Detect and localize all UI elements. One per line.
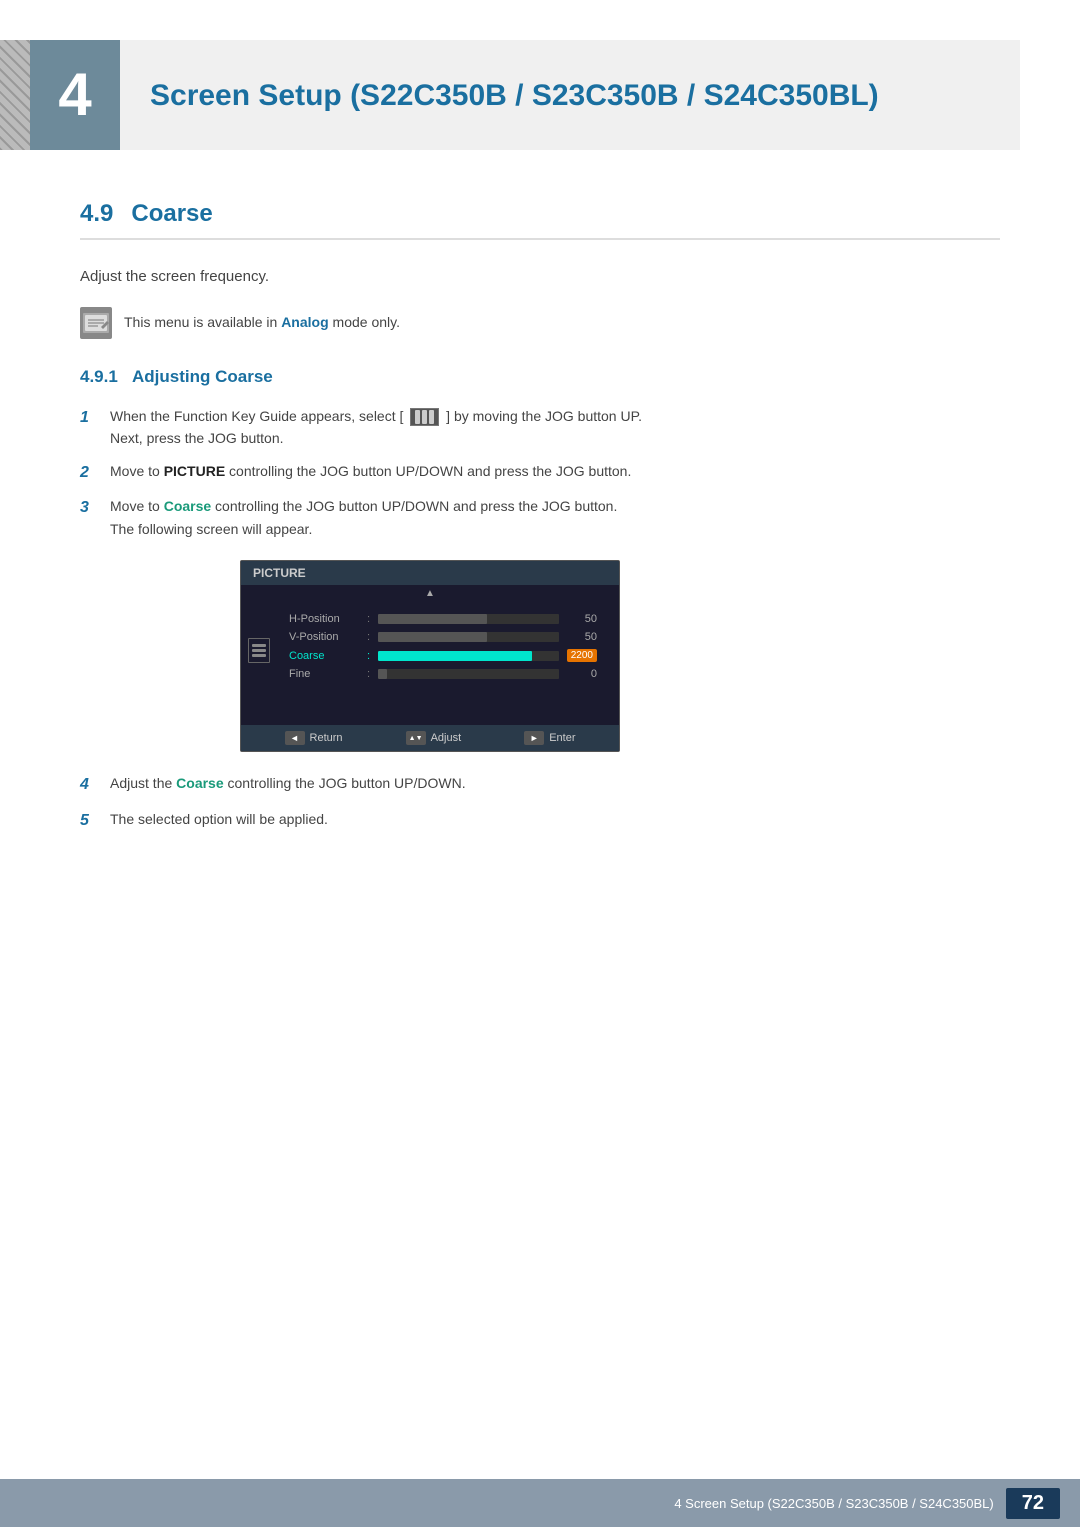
step-4: 4 Adjust the Coarse controlling the JOG …: [80, 772, 1000, 798]
subsection-heading: 4.9.1 Adjusting Coarse: [80, 367, 1000, 387]
step-5: 5 The selected option will be applied.: [80, 808, 1000, 834]
monitor-footer: ◄ Return ▲▼ Adjust ► Enter: [241, 725, 619, 751]
note-box: This menu is available in Analog mode on…: [80, 307, 1000, 339]
chapter-number: 4: [58, 65, 91, 125]
monitor-jog-symbol: [248, 638, 270, 663]
steps-list-2: 4 Adjust the Coarse controlling the JOG …: [80, 772, 1000, 833]
monitor-arrow-up: ▲: [241, 585, 619, 602]
step-3: 3 Move to Coarse controlling the JOG but…: [80, 495, 1000, 540]
note-text: This menu is available in Analog mode on…: [124, 307, 400, 333]
footer-page-number: 72: [1006, 1488, 1060, 1519]
monitor-row-h-position: H-Position : 50: [277, 610, 609, 628]
intro-text: Adjust the screen frequency.: [80, 265, 1000, 289]
monitor-title-bar: PICTURE: [241, 561, 619, 585]
monitor-row-v-position: V-Position : 50: [277, 628, 609, 646]
footer-adjust-btn: ▲▼ Adjust: [406, 731, 462, 745]
picture-bold: PICTURE: [164, 463, 225, 479]
subsection-title: Adjusting Coarse: [132, 367, 273, 386]
footer-return-btn: ◄ Return: [285, 731, 343, 745]
monitor-title-text: PICTURE: [253, 566, 306, 580]
coarse-bold-3: Coarse: [164, 498, 211, 514]
monitor-body: H-Position : 50 V-Position :: [241, 602, 619, 715]
monitor-row-fine: Fine : 0: [277, 665, 609, 683]
step-2: 2 Move to PICTURE controlling the JOG bu…: [80, 460, 1000, 486]
chapter-title: Screen Setup (S22C350B / S23C350B / S24C…: [150, 76, 879, 115]
page-footer: 4 Screen Setup (S22C350B / S23C350B / S2…: [0, 1479, 1080, 1527]
monitor-rows: H-Position : 50 V-Position :: [277, 608, 609, 685]
footer-text: 4 Screen Setup (S22C350B / S23C350B / S2…: [674, 1496, 993, 1511]
step-1: 1 When the Function Key Guide appears, s…: [80, 405, 1000, 450]
jog-icon: [410, 408, 439, 426]
note-icon: [80, 307, 112, 339]
subsection-number: 4.9.1: [80, 367, 118, 386]
monitor-row-coarse: Coarse : 2200: [277, 646, 609, 665]
section-heading: 4.9 Coarse: [80, 200, 1000, 240]
steps-list: 1 When the Function Key Guide appears, s…: [80, 405, 1000, 540]
main-content: 4.9 Coarse Adjust the screen frequency. …: [0, 180, 1080, 923]
coarse-bold-4: Coarse: [176, 775, 223, 791]
section-number: 4.9: [80, 200, 113, 228]
footer-enter-btn: ► Enter: [524, 731, 575, 745]
section-title: Coarse: [131, 200, 212, 228]
decorative-lines: [0, 40, 30, 150]
chapter-number-block: 4: [30, 40, 120, 150]
chapter-header: 4 Screen Setup (S22C350B / S23C350B / S2…: [0, 0, 1080, 180]
monitor-screenshot: PICTURE ▲ H-Position: [240, 560, 620, 752]
chapter-title-block: Screen Setup (S22C350B / S23C350B / S24C…: [120, 40, 1020, 150]
